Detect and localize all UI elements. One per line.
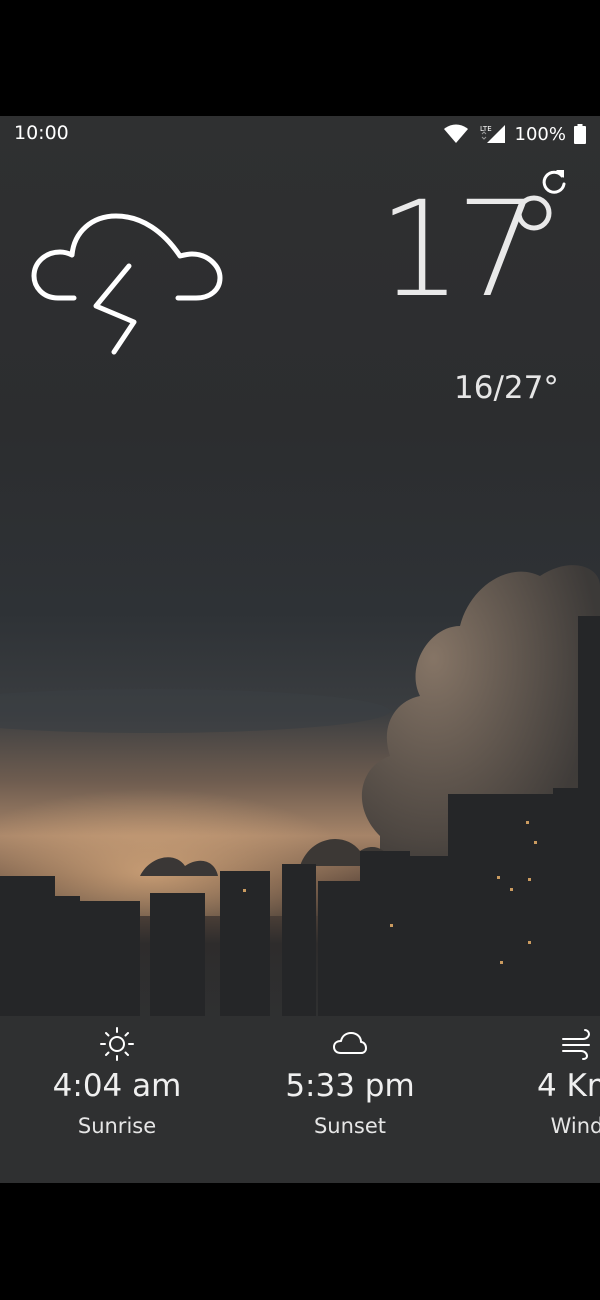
stat-sunrise: 4:04 am Sunrise: [17, 1016, 217, 1138]
min-max-temperature: 16/27°: [454, 370, 559, 406]
degree-symbol: [516, 195, 552, 231]
sunrise-value: 4:04 am: [52, 1068, 182, 1104]
status-bar: 10:00 LTE 100%: [0, 116, 600, 152]
network-type: LTE: [480, 125, 492, 133]
weather-stats: 4:04 am Sunrise 5:33 pm Sunset 4 Km Wind: [0, 1016, 600, 1183]
wind-value: 4 Km: [536, 1068, 600, 1104]
current-temperature: 17: [378, 173, 540, 327]
battery-percent: 100%: [514, 123, 566, 145]
sunset-label: Sunset: [313, 1114, 387, 1138]
stat-wind: 4 Km Wind: [477, 1016, 600, 1138]
wind-icon: [562, 1029, 591, 1060]
weather-screen: 10:00 LTE 100% 17 16/27° 4:04 am Sunrise…: [0, 116, 600, 1183]
stat-sunset: 5:33 pm Sunset: [250, 1016, 450, 1138]
wifi-icon: [443, 124, 468, 143]
thunderstorm-icon: [31, 213, 223, 355]
sunrise-label: Sunrise: [77, 1114, 157, 1138]
battery-icon: [574, 124, 586, 144]
status-icons: LTE 100%: [443, 121, 586, 147]
status-time: 10:00: [14, 122, 69, 144]
signal-icon: LTE: [480, 125, 505, 143]
cloud-icon: [333, 1032, 367, 1054]
sun-icon: [100, 1027, 134, 1061]
sunset-value: 5:33 pm: [285, 1068, 415, 1104]
wind-label: Wind: [550, 1114, 600, 1138]
